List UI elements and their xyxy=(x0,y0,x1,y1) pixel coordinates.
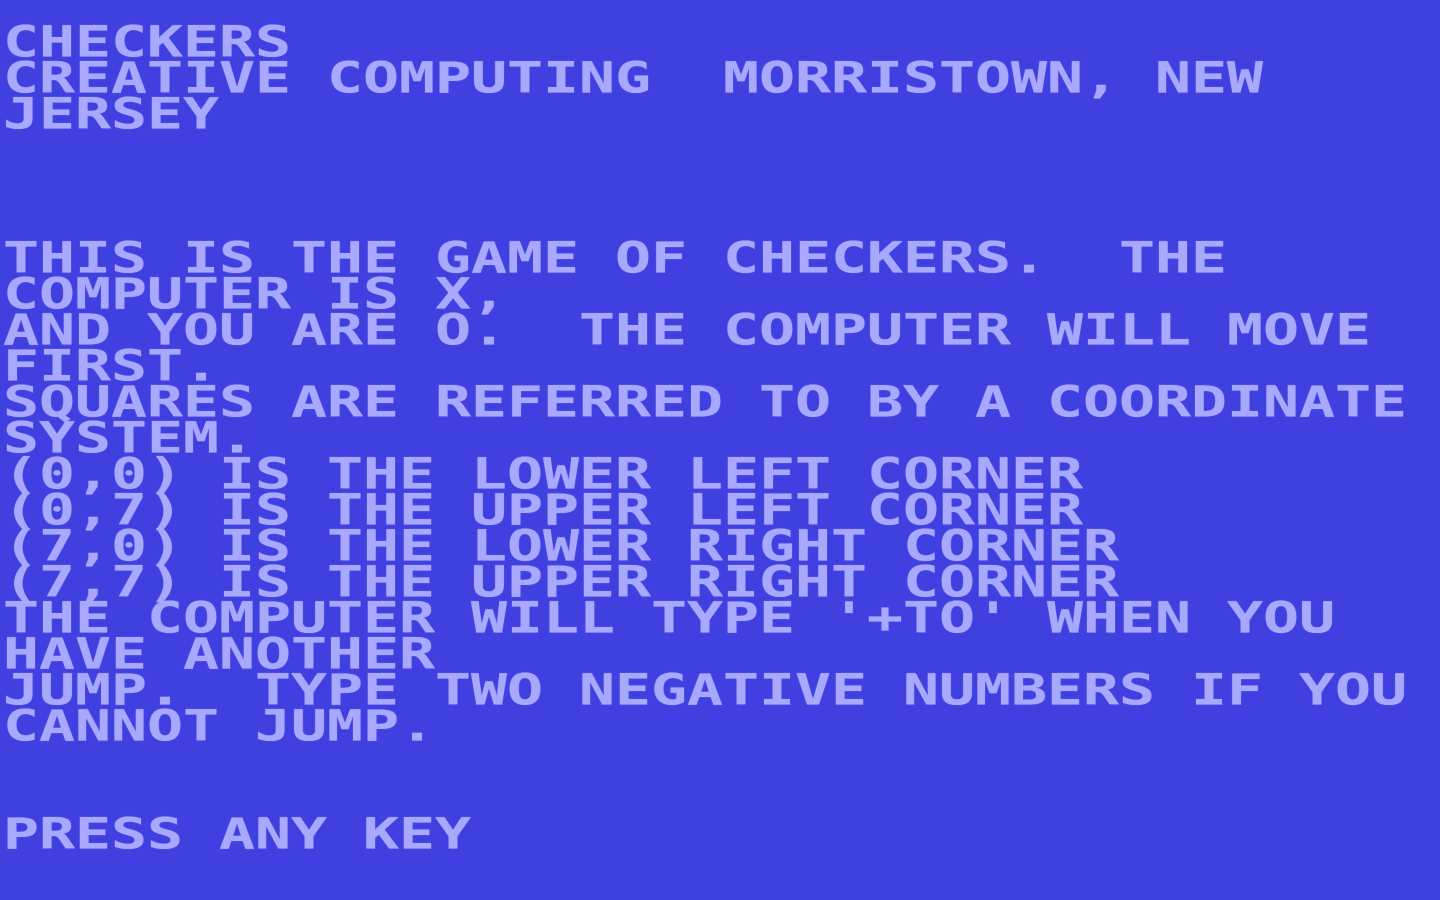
instruction-text: JUMP. TYPE TWO NEGATIVE NUMBERS IF YOU xyxy=(3,664,1408,716)
instruction-text: THE COMPUTER WILL TYPE '+TO' WHEN YOU xyxy=(3,592,1336,644)
coordinate-text: (0,7) IS THE UPPER LEFT CORNER xyxy=(3,484,1084,536)
coordinate-text: (0,0) IS THE LOWER LEFT CORNER xyxy=(3,448,1084,500)
terminal-text-area: CHECKERS CREATIVE COMPUTING MORRISTOWN, … xyxy=(3,16,1440,860)
coordinate-text: (7,7) IS THE UPPER RIGHT CORNER xyxy=(3,556,1120,608)
press-any-key-text: PRESS ANY KEY xyxy=(3,808,472,860)
instruction-text: HAVE ANOTHER xyxy=(3,628,436,680)
game-screen[interactable]: CHECKERS CREATIVE COMPUTING MORRISTOWN, … xyxy=(0,0,1440,900)
instruction-text: AND YOU ARE O. THE COMPUTER WILL MOVE xyxy=(3,304,1372,356)
press-any-key-prompt[interactable]: PRESS ANY KEY xyxy=(3,808,1440,860)
instruction-text: CANNOT JUMP. xyxy=(3,700,436,752)
game-title: CHECKERS xyxy=(3,16,292,68)
publisher-text-continued: JERSEY xyxy=(3,88,220,140)
publisher-line-continued: JERSEY xyxy=(3,88,1440,140)
instruction-text: SQUARES ARE REFERRED TO BY A COORDINATE xyxy=(3,376,1408,428)
instruction-line: CANNOT JUMP. xyxy=(3,700,1440,752)
instruction-text: FIRST. xyxy=(3,340,220,392)
publisher-text: CREATIVE COMPUTING MORRISTOWN, NEW xyxy=(3,52,1264,104)
instruction-text: COMPUTER IS X, xyxy=(3,268,508,320)
instruction-text: THIS IS THE GAME OF CHECKERS. THE xyxy=(3,232,1228,284)
coordinate-text: (7,0) IS THE LOWER RIGHT CORNER xyxy=(3,520,1120,572)
instruction-text: SYSTEM. xyxy=(3,412,256,464)
